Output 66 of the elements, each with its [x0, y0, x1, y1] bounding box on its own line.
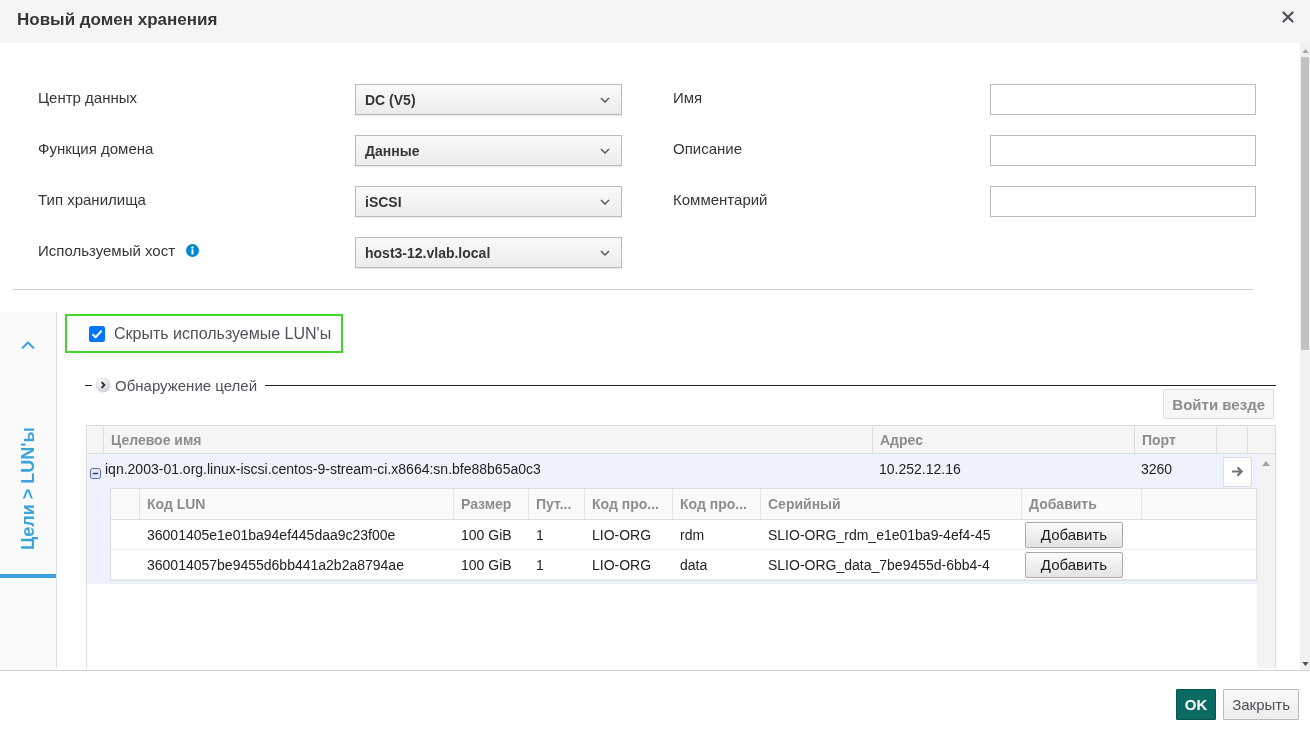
scrollbar[interactable] — [1257, 454, 1275, 668]
close-icon[interactable] — [1282, 10, 1294, 23]
section-title[interactable]: Обнаружение целей — [115, 376, 258, 394]
scrollbar-thumb[interactable] — [1301, 57, 1309, 350]
table-cell-text: 36001405e1e01ba94ef445daa9c23f00e — [146, 526, 397, 543]
table-cell-text: SLIO-ORG_data_7be9455d-6bb4-4 — [767, 556, 991, 573]
column-header[interactable]: Добавить — [1022, 489, 1142, 519]
arrow-right-icon — [1231, 466, 1244, 477]
field-label: Используемый хост — [38, 242, 176, 259]
add-button[interactable]: Добавить — [1025, 551, 1123, 578]
column-header[interactable]: Серийный — [761, 489, 1022, 519]
minus-icon[interactable] — [90, 467, 101, 479]
select-field[interactable]: DC (V5) — [355, 84, 622, 115]
table-cell-text: 1 — [535, 556, 545, 573]
scroll-up-icon[interactable] — [1262, 461, 1270, 466]
scroll-down-icon[interactable] — [1301, 662, 1309, 666]
close-button[interactable]: Закрыть — [1223, 689, 1299, 720]
column-header[interactable]: Порт — [1135, 426, 1217, 453]
column-header[interactable]: Пут... — [529, 489, 585, 519]
checkbox-label[interactable]: Скрыть используемые LUN'ы — [114, 324, 332, 343]
vertical-tab[interactable]: Цели > LUN'ы — [0, 403, 56, 579]
field-label: Имя — [673, 89, 703, 106]
field-label: Комментарий — [673, 191, 768, 208]
caret-icon — [600, 249, 610, 256]
table-cell-text: 10.252.12.16 — [878, 460, 962, 477]
caret-icon — [600, 147, 610, 154]
text-field[interactable] — [990, 186, 1256, 217]
table-cell-text: iqn.2003-01.org.linux-iscsi.centos-9-stream-ci.x8664:sn.bfe88b65a0c3 — [104, 460, 542, 477]
table-cell-text: 1 — [535, 526, 545, 543]
scrollbar[interactable] — [1300, 43, 1310, 670]
chevron-up-icon[interactable] — [20, 340, 36, 350]
table-cell-text: 100 GiB — [460, 526, 513, 543]
column-header[interactable]: Код LUN — [140, 489, 454, 519]
caret-icon — [600, 96, 610, 103]
table-cell-text: SLIO-ORG_rdm_e1e01ba9-4ef4-45 — [767, 526, 992, 543]
column-header[interactable]: Адрес — [873, 426, 1135, 453]
column-header[interactable]: Код про... — [673, 489, 761, 519]
arrow-button[interactable] — [1223, 456, 1252, 487]
info-icon[interactable] — [186, 244, 200, 257]
scroll-up-icon[interactable] — [1301, 49, 1309, 53]
caret-icon — [600, 198, 610, 205]
chevron-right-circle-icon[interactable] — [95, 377, 111, 393]
table-cell-text: LIO-ORG — [591, 526, 653, 543]
field-label: Описание — [673, 140, 743, 157]
column-header[interactable]: Код про... — [585, 489, 673, 519]
text-field[interactable] — [990, 135, 1256, 166]
text-field[interactable] — [990, 84, 1256, 115]
add-button[interactable]: Добавить — [1025, 521, 1123, 548]
field-label: Тип хранилища — [38, 191, 146, 208]
table-cell-text: LIO-ORG — [591, 556, 653, 573]
table-cell-text: data — [679, 556, 709, 573]
table-cell-text: 3260 — [1140, 460, 1174, 477]
table-cell-text: 360014057be9455d6bb441a2b2a8794ae — [146, 556, 405, 573]
select-field[interactable]: iSCSI — [355, 186, 622, 217]
table-cell-text: rdm — [679, 526, 706, 543]
field-label: Центр данных — [38, 89, 138, 106]
checkbox[interactable] — [89, 325, 105, 342]
select-field[interactable]: host3-12.vlab.local — [355, 237, 622, 268]
table-row[interactable]: iqn.2003-01.org.linux-iscsi.centos-9-stream-ci.x8664:sn.bfe88b65a0c3 10.252.12.16 3260 — [87, 454, 1257, 487]
ok-button[interactable]: OK — [1175, 689, 1217, 720]
column-header[interactable]: Целевое имя — [104, 426, 873, 453]
column-header[interactable]: Размер — [454, 489, 529, 519]
table-cell-text: 100 GiB — [460, 556, 513, 573]
dialog-title: Новый домен хранения — [17, 10, 218, 30]
field-label: Функция домена — [38, 140, 154, 157]
select-field[interactable]: Данные — [355, 135, 622, 166]
